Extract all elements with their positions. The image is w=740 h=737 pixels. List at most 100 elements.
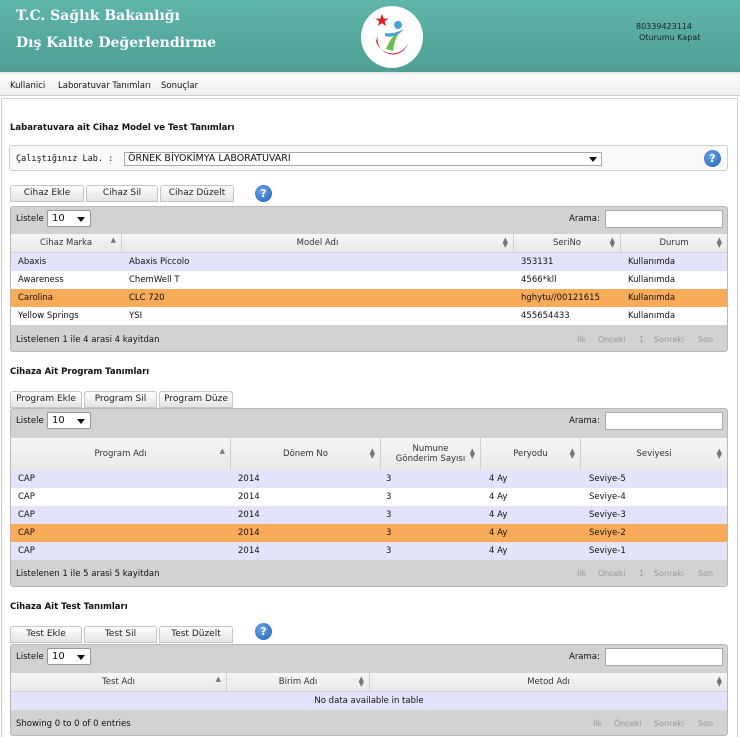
table-row[interactable]: CAP 2014 3 4 Ay Seviye-1 — [11, 542, 727, 560]
table-cell: 2014 — [238, 528, 260, 538]
add-device-button[interactable]: Cihaz Ekle — [10, 185, 84, 202]
sort-icon: ▲ ▼ — [469, 447, 475, 460]
column-header[interactable]: Dönem No ▲ ▼ — [231, 438, 381, 470]
table-cell: 2014 — [238, 474, 260, 484]
lab-select[interactable]: ÖRNEK BİYOKİMYA LABORATUVARI — [124, 152, 602, 166]
table-cell: 4 Ay — [489, 528, 508, 538]
search-label: Arama: — [569, 652, 600, 662]
main-menu: Kullanici Laboratuvar Tanımları Sonuçlar — [0, 74, 740, 96]
search-input[interactable] — [605, 648, 723, 666]
table-cell: 4 Ay — [489, 510, 508, 520]
column-header[interactable]: Cihaz Marka ▲ — [11, 234, 122, 252]
sort-icon: ▲ ▼ — [502, 236, 508, 249]
search-input[interactable] — [605, 210, 723, 228]
pager-last[interactable]: Son — [698, 719, 713, 728]
length-select[interactable]: 10 — [47, 210, 91, 227]
pager-first[interactable]: İlk — [593, 719, 602, 728]
length-select[interactable]: 10 — [47, 412, 91, 429]
test-table: Listele 10 Arama: Test Adı ▲ Birim Adı ▲ ▼ … — [10, 644, 728, 736]
edit-program-button[interactable]: Program Düze — [159, 391, 233, 408]
add-test-button[interactable]: Test Ekle — [10, 626, 82, 643]
pager-next[interactable]: Sonraki — [654, 719, 684, 728]
user-id-label: 80339423114 — [636, 22, 692, 31]
search-label: Arama: — [569, 416, 600, 426]
menu-item-kullanici[interactable]: Kullanici — [10, 81, 45, 91]
column-header[interactable]: SeriNo ▲ ▼ — [514, 234, 621, 252]
table-cell: 2014 — [238, 492, 260, 502]
column-header[interactable]: Test Adı ▲ — [11, 673, 227, 691]
delete-device-button[interactable]: Cihaz Sil — [86, 185, 158, 202]
length-select[interactable]: 10 — [47, 648, 91, 665]
table-cell: Carolina — [18, 293, 53, 303]
lab-select-value: ÖRNEK BİYOKİMYA LABORATUVARI — [128, 153, 291, 164]
column-header[interactable]: Durum ▲ ▼ — [621, 234, 727, 252]
table-cell: ChemWell T — [129, 275, 180, 285]
ministry-logo-icon — [361, 6, 423, 68]
table-cell: Seviye-5 — [589, 474, 626, 484]
table-cell: 4566*kll — [521, 275, 557, 285]
table-row[interactable]: CAP 2014 3 4 Ay Seviye-3 — [11, 506, 727, 524]
column-header[interactable]: Peryodu ▲ ▼ — [481, 438, 581, 470]
edit-test-button[interactable]: Test Düzelt — [159, 626, 233, 643]
pager-page[interactable]: 1 — [639, 335, 644, 344]
lab-selector-box: Çalıştığınız Lab. : ÖRNEK BİYOKİMYA LABO… — [9, 145, 728, 171]
table-cell: CAP — [18, 474, 35, 484]
pager-next[interactable]: Sonraki — [654, 335, 684, 344]
delete-test-button[interactable]: Test Sil — [84, 626, 157, 643]
program-table: Listele 10 Arama: Program Adı ▲ Dönem No ▲… — [10, 408, 728, 587]
length-label: Listele — [16, 214, 44, 224]
table-row[interactable]: CAP 2014 3 4 Ay Seviye-5 — [11, 470, 727, 488]
table-cell: 2014 — [238, 510, 260, 520]
sort-icon: ▲ ▼ — [716, 675, 722, 688]
pager-previous[interactable]: Onceki — [598, 569, 626, 578]
help-icon[interactable]: ? — [255, 623, 272, 640]
delete-program-button[interactable]: Program Sil — [84, 391, 157, 408]
menu-item-laboratuvar[interactable]: Laboratuvar Tanımları — [58, 81, 151, 91]
pager-previous[interactable]: Önceki — [614, 719, 642, 728]
table-cell: 4 Ay — [489, 474, 508, 484]
column-header[interactable]: Seviyesi ▲ ▼ — [581, 438, 727, 470]
column-header[interactable]: Birim Adı ▲ ▼ — [227, 673, 370, 691]
sort-icon: ▲ ▼ — [569, 447, 575, 460]
table-cell: Kullanımda — [628, 257, 676, 267]
pager-previous[interactable]: Onceki — [598, 335, 626, 344]
logout-link[interactable]: Oturumu Kapat — [639, 33, 700, 42]
table-row[interactable]: Yellow Springs YSI 455654433 Kullanımda — [11, 307, 727, 325]
table-row[interactable]: CAP 2014 3 4 Ay Seviye-4 — [11, 488, 727, 506]
pager-last[interactable]: Son — [698, 569, 713, 578]
column-header[interactable]: Numune Gönderim Sayısı ▲ ▼ — [381, 438, 481, 470]
search-input[interactable] — [605, 412, 723, 430]
menu-item-sonuclar[interactable]: Sonuçlar — [161, 81, 198, 91]
device-table: Listele 10 Arama: Cihaz Marka ▲ Model Adı… — [10, 206, 728, 352]
edit-device-button[interactable]: Cihaz Düzelt — [160, 185, 234, 202]
length-select-value: 10 — [52, 651, 65, 662]
pager-first[interactable]: İlk — [577, 335, 586, 344]
sort-asc-icon: ▲ — [215, 675, 221, 683]
column-header[interactable]: Metod Adı ▲ ▼ — [370, 673, 727, 691]
table-row[interactable]: Awareness ChemWell T 4566*kll Kullanımda — [11, 271, 727, 289]
empty-table-message: No data available in table — [11, 692, 727, 710]
table-cell: Kullanımda — [628, 293, 676, 303]
table-row-selected[interactable]: Carolina CLC 720 hghytu//00121615 Kullan… — [11, 289, 727, 307]
table-cell: 3 — [386, 546, 392, 556]
column-header[interactable]: Program Adı ▲ — [11, 438, 231, 470]
table-row[interactable]: Abaxis Abaxis Piccolo 353131 Kullanımda — [11, 253, 727, 271]
table-cell: Seviye-1 — [589, 546, 626, 556]
table-cell: 2014 — [238, 546, 260, 556]
column-header[interactable]: Model Adı ▲ ▼ — [122, 234, 514, 252]
pager-last[interactable]: Son — [698, 335, 713, 344]
help-icon[interactable]: ? — [255, 185, 272, 202]
sort-asc-icon: ▲ — [219, 447, 225, 455]
add-program-button[interactable]: Program Ekle — [10, 391, 82, 408]
sort-icon: ▲ ▼ — [358, 675, 364, 688]
help-icon[interactable]: ? — [704, 150, 721, 167]
pager-first[interactable]: İlk — [577, 569, 586, 578]
table-cell: Seviye-2 — [589, 528, 626, 538]
table-cell: Kullanımda — [628, 275, 676, 285]
table-row-selected[interactable]: CAP 2014 3 4 Ay Seviye-2 — [11, 524, 727, 542]
table-cell: YSI — [129, 311, 143, 321]
lab-label: Çalıştığınız Lab. : — [16, 154, 114, 164]
pager-page[interactable]: 1 — [639, 569, 644, 578]
pager-next[interactable]: Sonraki — [654, 569, 684, 578]
table-cell: Abaxis — [18, 257, 47, 267]
